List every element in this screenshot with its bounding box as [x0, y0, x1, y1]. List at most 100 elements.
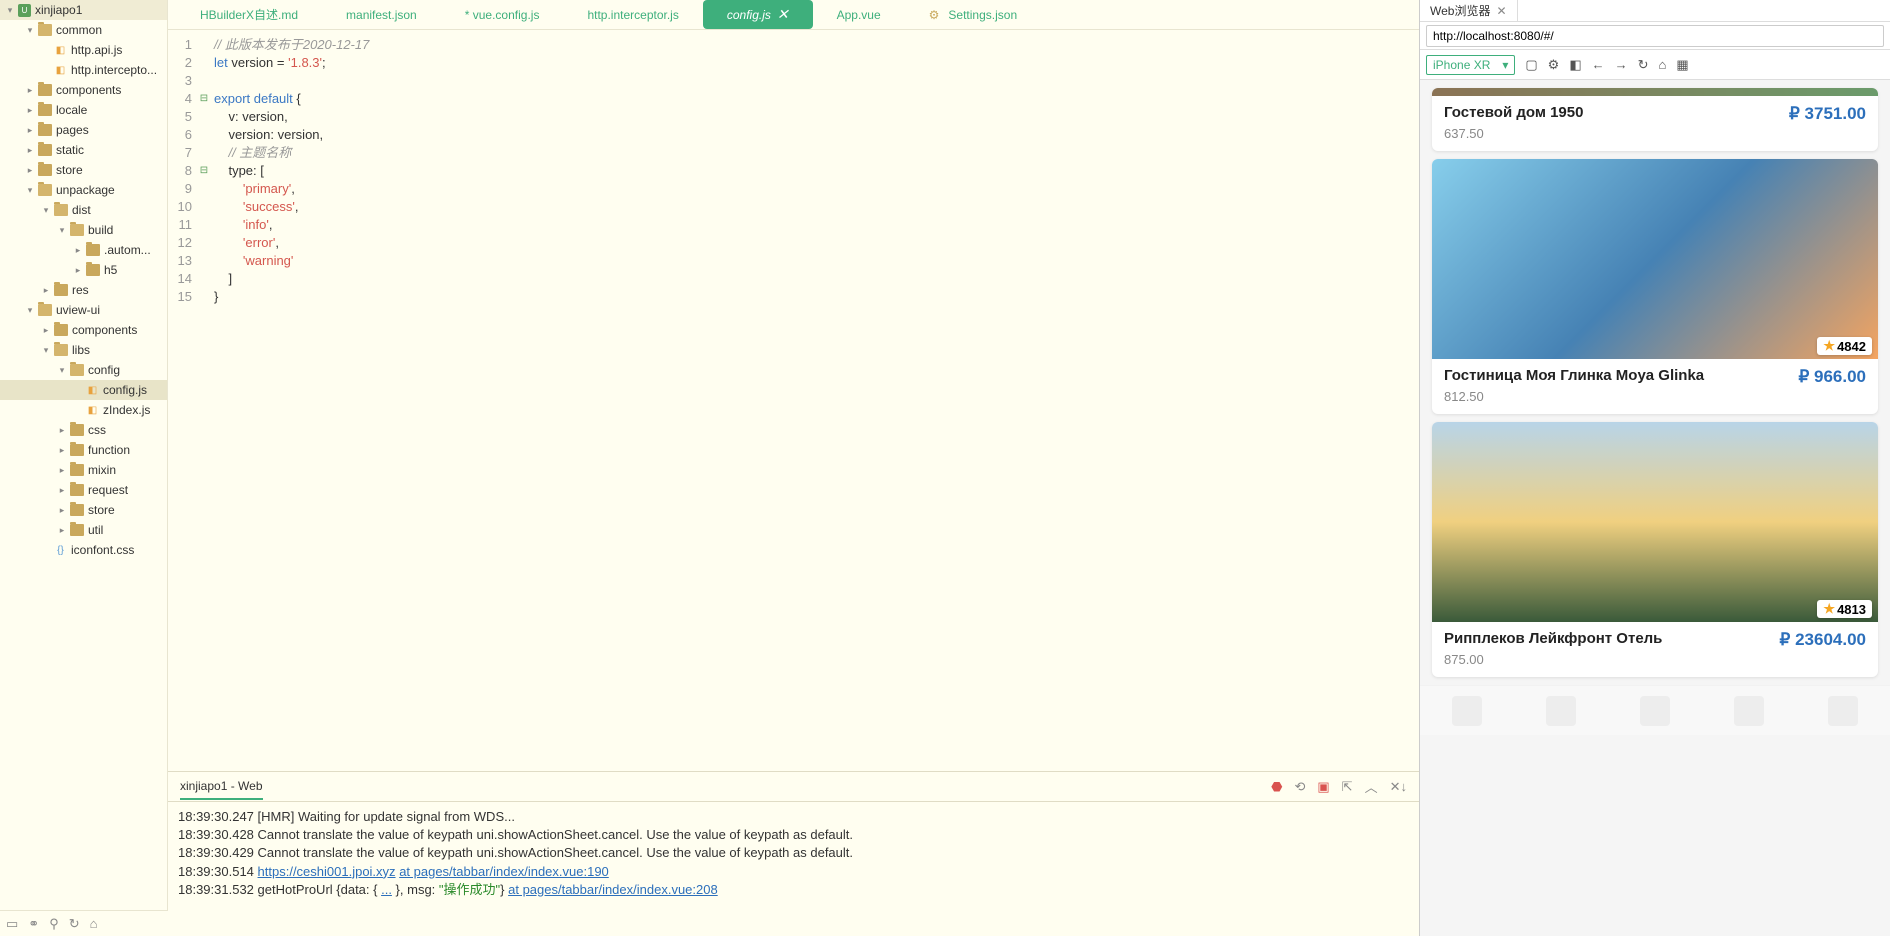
tree-item[interactable]: ▸.autom...: [0, 240, 167, 260]
console-link[interactable]: ...: [381, 882, 392, 897]
close-console-icon[interactable]: ✕↓: [1390, 779, 1407, 795]
code-line: 'warning': [214, 252, 1419, 270]
editor-tab[interactable]: * vue.config.js: [441, 2, 564, 28]
close-icon[interactable]: ✕: [777, 6, 789, 23]
tree-item[interactable]: {}iconfont.css: [0, 540, 167, 560]
tree-item[interactable]: ▸css: [0, 420, 167, 440]
console-body[interactable]: 18:39:30.247 [HMR] Waiting for update si…: [168, 802, 1419, 936]
project-icon: U: [18, 4, 31, 17]
console-tab-active[interactable]: xinjiapo1 - Web: [180, 774, 263, 800]
editor-tab[interactable]: http.interceptor.js: [563, 2, 702, 28]
editor-tab[interactable]: config.js✕: [703, 0, 813, 29]
console-line: 18:39:30.429 Cannot translate the value …: [178, 844, 1409, 862]
tree-item[interactable]: ▾common: [0, 20, 167, 40]
tree-item-label: config: [88, 363, 120, 377]
tree-item[interactable]: ▸locale: [0, 100, 167, 120]
editor-tab[interactable]: manifest.json: [322, 2, 441, 28]
tree-item[interactable]: ▸store: [0, 500, 167, 520]
tree-item[interactable]: ▾build: [0, 220, 167, 240]
line-gutter: 123456789101112131415: [168, 30, 198, 771]
tree-item[interactable]: ▾uview-ui: [0, 300, 167, 320]
tree-item[interactable]: ▾config: [0, 360, 167, 380]
code-editor[interactable]: 123456789101112131415 ⊟⊟ // 此版本发布于2020-1…: [168, 30, 1419, 771]
stop-icon[interactable]: ⬣: [1271, 779, 1282, 795]
tree-item-label: pages: [56, 123, 89, 137]
hotel-card[interactable]: Гостевой дом 1950₽ 3751.00637.50: [1432, 88, 1878, 151]
nav-item[interactable]: [1452, 696, 1482, 726]
refresh-icon[interactable]: ↻: [1638, 57, 1649, 73]
restart-icon[interactable]: ⟲: [1294, 779, 1305, 795]
tree-item[interactable]: ▾unpackage: [0, 180, 167, 200]
lock-icon[interactable]: ⌂: [1659, 57, 1667, 72]
tree-item[interactable]: ▸components: [0, 80, 167, 100]
browser-toolbar: iPhone XR ▢ ⚙ ◧ ← → ↻ ⌂ ▦: [1420, 50, 1890, 80]
gear-icon[interactable]: ⚙: [1548, 57, 1560, 73]
editor-tab[interactable]: App.vue: [813, 2, 905, 28]
tree-item[interactable]: ▸request: [0, 480, 167, 500]
tree-item[interactable]: ▾dist: [0, 200, 167, 220]
window-icon[interactable]: ▢: [1525, 57, 1537, 73]
code-line: export default {: [214, 90, 1419, 108]
folder-icon: [54, 344, 68, 356]
device-selector[interactable]: iPhone XR: [1426, 55, 1515, 75]
tool-icon-5[interactable]: ⌂: [90, 916, 98, 931]
tree-root-label: xinjiapo1: [35, 3, 82, 17]
rating-badge: ★4842: [1817, 337, 1872, 355]
tree-item[interactable]: ▸mixin: [0, 460, 167, 480]
tree-item[interactable]: ▾libs: [0, 340, 167, 360]
editor-tab[interactable]: HBuilderX自述.md: [176, 0, 322, 29]
chevron-down-icon: ▾: [4, 4, 16, 16]
browser-tab[interactable]: Web浏览器 ✕: [1420, 0, 1518, 21]
nav-item[interactable]: [1640, 696, 1670, 726]
folder-icon: [38, 24, 52, 36]
file-tree-sidebar[interactable]: ▾ U xinjiapo1 ▾common◧http.api.js◧http.i…: [0, 0, 168, 936]
tree-item[interactable]: ◧config.js: [0, 380, 167, 400]
hotel-image: ★4813: [1432, 422, 1878, 622]
tree-root[interactable]: ▾ U xinjiapo1: [0, 0, 167, 20]
tree-item-label: dist: [72, 203, 91, 217]
grid-icon[interactable]: ▦: [1676, 57, 1688, 73]
tree-item[interactable]: ▸static: [0, 140, 167, 160]
tool-icon-1[interactable]: ▭: [6, 916, 18, 932]
editor-tab[interactable]: ⚙Settings.json: [905, 2, 1041, 28]
url-input[interactable]: [1426, 25, 1884, 47]
console-link[interactable]: at pages/tabbar/index/index.vue:208: [508, 882, 718, 897]
nav-item[interactable]: [1546, 696, 1576, 726]
folder-icon: [70, 504, 84, 516]
console-link[interactable]: at pages/tabbar/index/index.vue:190: [399, 864, 609, 879]
folder-icon: [38, 304, 52, 316]
nav-item[interactable]: [1828, 696, 1858, 726]
clear-icon[interactable]: ▣: [1317, 779, 1329, 795]
code-body[interactable]: // 此版本发布于2020-12-17let version = '1.8.3'…: [210, 30, 1419, 771]
tool-icon-3[interactable]: ⚲: [49, 916, 59, 932]
capture-icon[interactable]: ◧: [1569, 57, 1581, 73]
hotel-card[interactable]: ★4813Рипплеков Лейкфронт Отель₽ 23604.00…: [1432, 422, 1878, 677]
console-link[interactable]: https://ceshi001.jpoi.xyz: [258, 864, 396, 879]
nav-item[interactable]: [1734, 696, 1764, 726]
tree-item[interactable]: ◧http.intercepto...: [0, 60, 167, 80]
editor-area: HBuilderX自述.mdmanifest.json * vue.config.…: [168, 0, 1419, 936]
tree-item[interactable]: ▸res: [0, 280, 167, 300]
close-icon[interactable]: ✕: [1496, 4, 1506, 18]
tree-item[interactable]: ▸store: [0, 160, 167, 180]
tool-icon-2[interactable]: ⚭: [28, 916, 39, 932]
tab-label: * vue.config.js: [465, 8, 540, 22]
back-icon[interactable]: ←: [1592, 57, 1605, 72]
tree-item[interactable]: ▸h5: [0, 260, 167, 280]
tool-icon-4[interactable]: ↻: [69, 916, 80, 932]
chevron-icon: ▾: [24, 24, 36, 36]
fold-gutter[interactable]: ⊟⊟: [198, 30, 210, 771]
hotel-sub: 875.00: [1444, 652, 1866, 667]
export-icon[interactable]: ⇱: [1342, 779, 1353, 795]
tree-item[interactable]: ▸function: [0, 440, 167, 460]
tree-item[interactable]: ▸components: [0, 320, 167, 340]
hotel-card[interactable]: ★4842Гостиница Моя Глинка Moya Glinka₽ 9…: [1432, 159, 1878, 414]
code-line: let version = '1.8.3';: [214, 54, 1419, 72]
preview-viewport[interactable]: Гостевой дом 1950₽ 3751.00637.50 ★4842Гос…: [1420, 80, 1890, 936]
forward-icon[interactable]: →: [1615, 57, 1628, 72]
tree-item[interactable]: ▸util: [0, 520, 167, 540]
tree-item[interactable]: ◧zIndex.js: [0, 400, 167, 420]
collapse-icon[interactable]: ︿: [1365, 777, 1378, 796]
tree-item[interactable]: ◧http.api.js: [0, 40, 167, 60]
tree-item[interactable]: ▸pages: [0, 120, 167, 140]
